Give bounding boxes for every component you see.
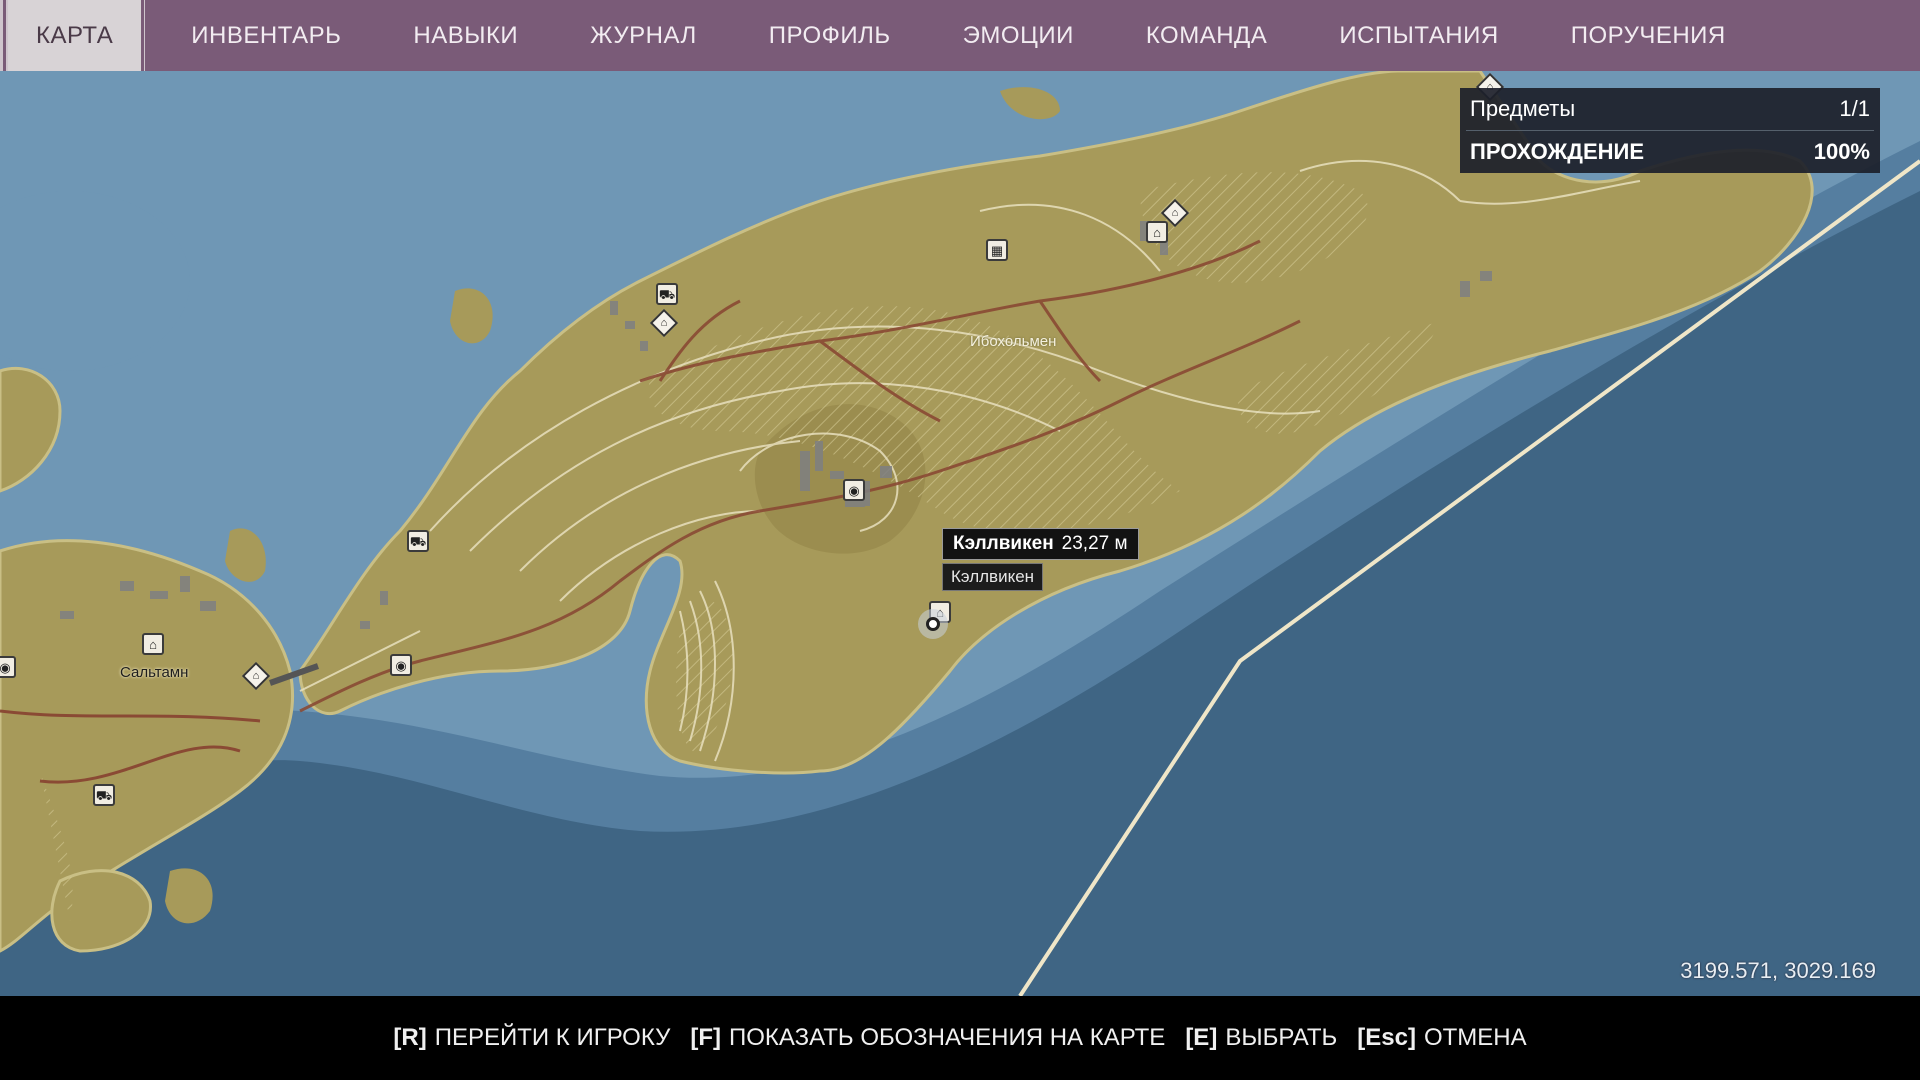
hint-show-legend[interactable]: [F] ПОКАЗАТЬ ОБОЗНАЧЕНИЯ НА КАРТЕ (690, 1024, 1165, 1052)
tab-tasks[interactable]: ПОРУЧЕНИЯ (1535, 0, 1762, 71)
items-row: Предметы 1/1 (1466, 88, 1874, 131)
player-marker-icon (918, 609, 948, 639)
hint-label: ВЫБРАТЬ (1225, 1024, 1338, 1051)
camera-icon[interactable]: ◉ (0, 656, 16, 678)
tab-profile[interactable]: ПРОФИЛЬ (733, 0, 927, 71)
building-icon[interactable]: ▦ (986, 239, 1008, 261)
tractor-icon[interactable]: ⛟ (407, 530, 429, 552)
objective-panel: Предметы 1/1 ПРОХОЖДЕНИЕ 100% (1460, 88, 1880, 173)
camera-icon[interactable]: ◉ (843, 479, 865, 501)
items-label: Предметы (1470, 96, 1576, 121)
completion-value: 100% (1813, 139, 1870, 164)
hint-label: ПЕРЕЙТИ К ИГРОКУ (434, 1024, 671, 1051)
hint-key: [Esc] (1357, 1024, 1416, 1051)
tooltip-name: Кэллвикен (953, 533, 1054, 554)
top-nav: КАРТА ИНВЕНТАРЬ НАВЫКИ ЖУРНАЛ ПРОФИЛЬ ЭМ… (0, 0, 1920, 71)
tab-map[interactable]: КАРТА (8, 0, 142, 71)
factory-icon[interactable]: ⌂ (1146, 221, 1168, 243)
completion-row: ПРОХОЖДЕНИЕ 100% (1466, 131, 1874, 173)
hint-go-to-player[interactable]: [R] ПЕРЕЙТИ К ИГРОКУ (393, 1024, 670, 1052)
tab-challenges[interactable]: ИСПЫТАНИЯ (1303, 0, 1534, 71)
tab-emotes[interactable]: ЭМОЦИИ (927, 0, 1110, 71)
hint-key: [E] (1185, 1024, 1218, 1051)
camera-icon[interactable]: ◉ (390, 654, 412, 676)
hint-select[interactable]: [E] ВЫБРАТЬ (1185, 1024, 1337, 1052)
hint-key: [F] (690, 1024, 721, 1051)
tractor-icon[interactable]: ⛟ (656, 283, 678, 305)
island-label: Ибохольмен (970, 333, 1057, 350)
hint-cancel[interactable]: [Esc] ОТМЕНА (1357, 1024, 1526, 1052)
tab-inventory[interactable]: ИНВЕНТАРЬ (155, 0, 377, 71)
completion-label: ПРОХОЖДЕНИЕ (1470, 139, 1645, 164)
control-hints-bar: [R] ПЕРЕЙТИ К ИГРОКУ [F] ПОКАЗАТЬ ОБОЗНАЧЕ… (0, 996, 1920, 1080)
factory-icon[interactable]: ⌂ (142, 633, 164, 655)
tab-team[interactable]: КОМАНДА (1110, 0, 1303, 71)
hint-key: [R] (393, 1024, 427, 1051)
items-value: 1/1 (1839, 96, 1870, 121)
tooltip-distance: 23,27 м (1061, 533, 1128, 554)
cursor-coordinates: 3199.571, 3029.169 (1680, 958, 1876, 983)
tab-journal[interactable]: ЖУРНАЛ (554, 0, 733, 71)
location-tooltip: Кэллвикен 23,27 м (942, 528, 1139, 560)
hint-label: ПОКАЗАТЬ ОБОЗНАЧЕНИЯ НА КАРТЕ (729, 1024, 1166, 1051)
tractor-icon[interactable]: ⛟ (93, 784, 115, 806)
tab-skills[interactable]: НАВЫКИ (377, 0, 554, 71)
town-label: Сальтамн (120, 664, 189, 681)
tooltip-subtitle: Кэллвикен (942, 563, 1044, 591)
hint-label: ОТМЕНА (1423, 1024, 1527, 1051)
